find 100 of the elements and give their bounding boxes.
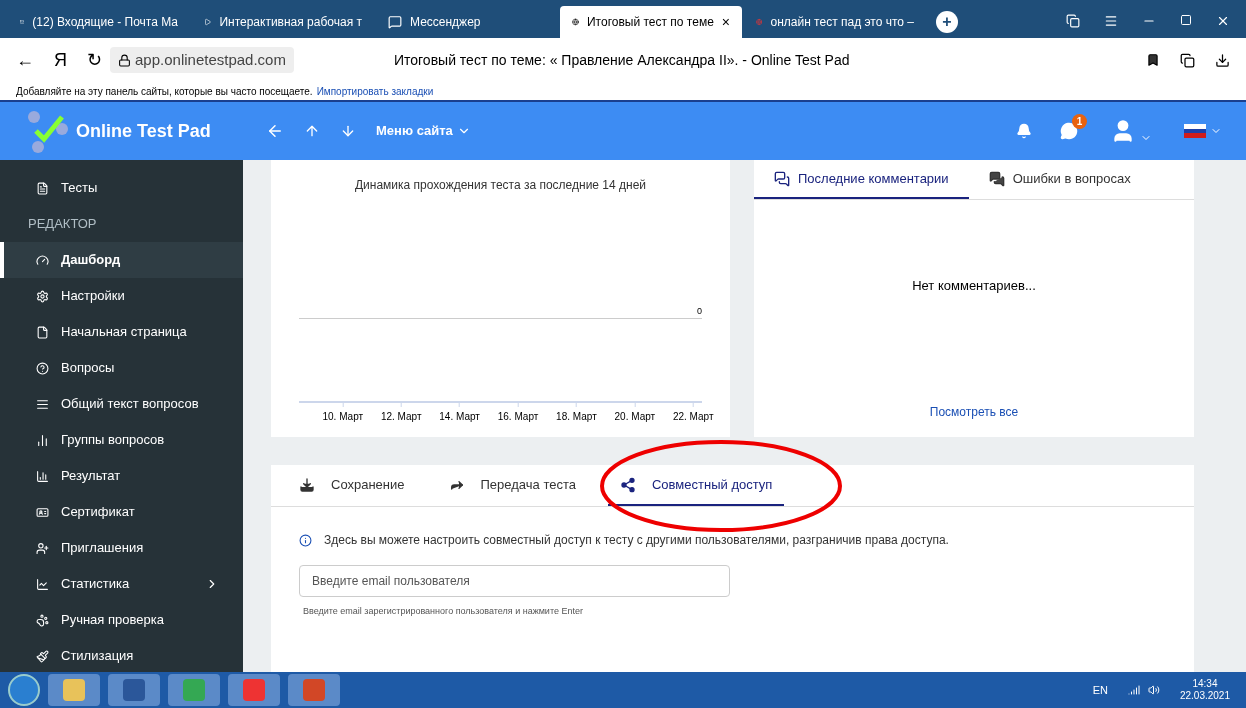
comments-tab[interactable]: Последние комментарии [754,160,969,199]
sidebar-item[interactable]: Группы вопросов [0,422,243,458]
gauge-icon [36,253,49,267]
paw-icon [36,613,49,627]
x-axis-label: 20. Март [614,410,656,424]
browser-tab[interactable]: Интерактивная рабочая т [192,6,374,38]
restore-icon[interactable] [1180,14,1192,26]
tab-title: Интерактивная рабочая т [219,14,362,31]
volume-icon[interactable] [1147,684,1160,696]
y-axis-label: 0 [697,305,702,318]
tab-icon [388,15,402,29]
address-field[interactable]: app.onlinetestpad.com [110,46,294,74]
x-axis-label: 12. Март [380,410,422,424]
bookmark-icon[interactable] [1146,53,1160,67]
email-input-field[interactable]: Введите email пользователя [299,565,730,597]
share-icon [620,476,636,493]
tab-icon [572,15,579,29]
sidebar-item-label: Результат [61,467,122,486]
sidebar-section-label: РЕДАКТОР [27,215,98,234]
sidebar-item-label: Стилизация [61,647,135,666]
page-title: Итоговый тест по теме: « Правление Александра II». - Online Test Pad [393,50,850,70]
sidebar-item[interactable]: Ручная проверка [0,602,243,638]
close-tab-button[interactable]: × [721,11,730,33]
x-axis-label: 10. Март [322,410,364,424]
line-chart-icon [36,577,49,591]
x-axis-label: 16. Март [497,410,539,424]
comments-tab[interactable]: Ошибки в вопросах [968,160,1151,199]
view-all-link[interactable]: Посмотреть все [929,403,1019,421]
clock[interactable]: 14:34 22.03.2021 [1179,678,1230,702]
x-axis-label: 14. Март [439,410,480,424]
sidebar-item-label: Группы вопросов [61,431,166,450]
sidebar-item-label: Ручная проверка [61,611,165,630]
sidebar-item[interactable]: Начальная страница [0,314,243,350]
taskbar-app-icon[interactable] [48,674,100,706]
card-icon [36,505,49,519]
sidebar-item[interactable]: Настройки [0,278,243,314]
close-icon[interactable] [1216,14,1230,28]
tabs-icon[interactable] [1066,14,1080,28]
x-axis-label: 22. Март [672,410,714,424]
download-icon[interactable] [1215,52,1230,68]
sidebar-item-label: Начальная страница [61,323,188,342]
document-icon [36,181,49,195]
browser-tab[interactable]: Итоговый тест по теме × [560,6,742,38]
sharing-info-text: Здесь вы можете настроить совместный доступ к тесту с другими пользователями, разграничив права доступа. [324,532,949,549]
import-bookmarks-link[interactable]: Импортировать закладки [316,83,434,99]
sidebar-item[interactable]: Тесты [0,170,243,206]
new-tab-button[interactable]: + [936,11,958,33]
start-button[interactable] [8,674,40,706]
sharing-tab[interactable]: Передача теста [436,465,588,506]
language-button[interactable] [1184,124,1222,138]
sidebar-item[interactable]: Вопросы [0,350,243,386]
bookmarks-hint: Добавляйте на эту панель сайты, которые вы часто посещаете. [16,84,313,99]
url-text: app.onlinetestpad.com [135,49,286,70]
info-icon [299,533,312,547]
speech-bubbles-icon [774,170,790,187]
sidebar-item[interactable]: Общий текст вопросов [0,386,243,422]
sidebar-item-label: Приглашения [61,539,145,558]
chart-title: Динамика прохождения теста за последние 14 дней [353,177,648,194]
settings-icon [36,289,49,303]
collections-icon[interactable] [1180,52,1195,68]
brush-icon [36,649,49,663]
sharing-tab[interactable]: Сохранение [287,465,417,506]
tab-title: (12) Входящие - Почта Ма [32,14,178,31]
taskbar-app-icon[interactable] [108,674,160,706]
back-button[interactable]: ← [16,46,34,74]
browser-tab[interactable]: онлайн тест пад это что – [744,6,926,38]
tab-title: Мессенджер [410,14,482,31]
question-icon [36,361,49,375]
notifications-icon[interactable] [1016,123,1032,139]
sidebar-item[interactable]: Статистика [0,566,243,602]
sidebar-item-label: Статистика [61,575,131,594]
bar-chart-icon [36,469,49,483]
x-axis-label: 18. Март [556,410,597,424]
tab-title: Итоговый тест по теме [587,14,714,31]
download-icon [299,476,315,493]
language-indicator[interactable]: EN [1092,681,1108,699]
browser-tab[interactable]: (12) Входящие - Почта Ма [8,6,190,38]
lock-icon [118,53,131,67]
speech-bubbles-icon [988,170,1005,187]
tab-title: онлайн тест пад это что – [770,14,914,31]
flag-icon [1184,124,1206,138]
browser-tab[interactable]: Мессенджер [376,6,558,38]
sidebar-item[interactable]: Результат [0,458,243,494]
text-lines-icon [36,397,49,411]
menu-icon[interactable] [1104,14,1118,28]
messages-icon[interactable] [1060,122,1078,140]
sidebar-item[interactable]: Дашборд [0,242,243,278]
sidebar-item-label: Сертификат [61,503,136,522]
sidebar-item-label: Общий текст вопросов [61,395,200,414]
sidebar-item[interactable]: Сертификат [0,494,243,530]
sidebar-item[interactable]: Приглашения [0,530,243,566]
empty-comments-text: Нет комментариев... [911,277,1037,295]
reload-button[interactable]: ↻ [87,46,102,74]
email-hint-text: Введите email зарегистрированного пользователя и нажмите Enter [303,605,584,618]
page-icon [36,325,49,339]
sidebar-item-label: Дашборд [61,251,122,270]
bar-chart-icon [36,433,49,447]
browser-logo[interactable]: Я [54,46,67,74]
message-count-badge: 1 [1072,114,1087,129]
sidebar-item[interactable]: Стилизация [0,638,243,674]
